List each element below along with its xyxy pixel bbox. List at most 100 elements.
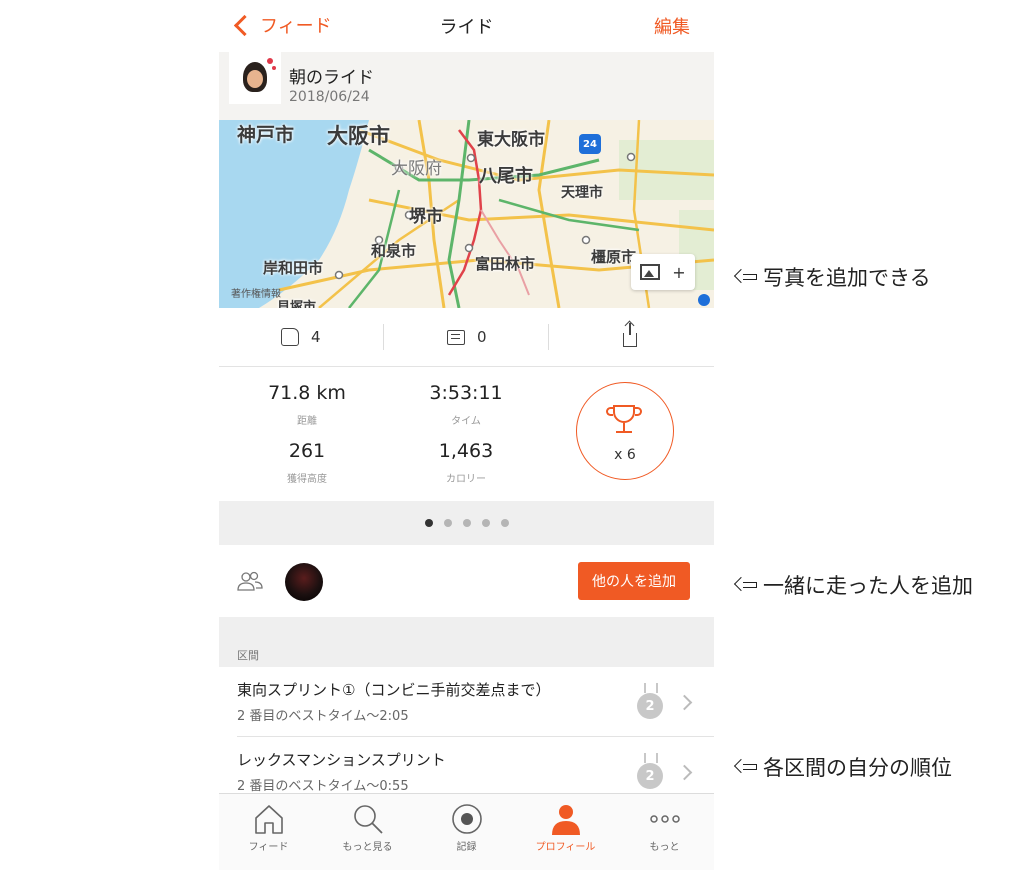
activity-header: 朝のライド 2018/06/24 bbox=[219, 52, 714, 120]
arrow-left-icon bbox=[735, 760, 757, 774]
avatar-face bbox=[247, 70, 263, 88]
trophy-icon bbox=[635, 407, 642, 416]
record-icon bbox=[452, 804, 482, 834]
map-copyright-link[interactable]: 著作権情報 bbox=[231, 285, 281, 300]
tab-record[interactable]: 記録 bbox=[417, 794, 516, 864]
segments-section-header: 区間 bbox=[219, 617, 714, 667]
activity-date: 2018/06/24 bbox=[289, 89, 370, 105]
trophy-icon bbox=[616, 431, 632, 433]
page-indicator[interactable] bbox=[219, 501, 714, 545]
avatar[interactable] bbox=[229, 52, 281, 104]
silver-medal-icon: 2 bbox=[637, 753, 665, 791]
kudos-button[interactable]: 4 bbox=[281, 308, 321, 366]
medal-rank: 2 bbox=[637, 763, 663, 789]
route-map[interactable]: 神戸市 大阪市 東大阪市 24 大阪府 八尾市 天理市 堺市 和泉市 富田林市 … bbox=[219, 120, 714, 308]
arrow-left-icon bbox=[735, 578, 757, 592]
stat-time: 3:53:11 タイム bbox=[391, 382, 541, 427]
map-label-higashiosaka: 東大阪市 bbox=[477, 130, 545, 150]
tab-more[interactable]: もっと bbox=[615, 794, 714, 864]
annotation-text: 写真を追加できる bbox=[763, 266, 931, 290]
stat-value: 71.8 km bbox=[268, 382, 346, 404]
chevron-right-icon bbox=[676, 764, 693, 781]
tab-label: もっと bbox=[649, 842, 680, 853]
map-label-kaizuka: 貝塚市 bbox=[277, 300, 317, 308]
page-dot[interactable] bbox=[462, 519, 471, 527]
annotation-segments: 各区間の自分の順位 bbox=[735, 752, 952, 782]
trophy-icon bbox=[623, 423, 625, 431]
divider bbox=[383, 324, 384, 350]
more-icon bbox=[650, 815, 680, 823]
medal-rank: 2 bbox=[637, 693, 663, 719]
group-activity-row: 他の人を追加 bbox=[219, 545, 714, 618]
tab-feed[interactable]: フィード bbox=[219, 794, 318, 864]
share-button[interactable] bbox=[623, 308, 637, 366]
map-label-izumi: 和泉市 bbox=[371, 242, 417, 260]
thumbs-up-icon bbox=[281, 328, 299, 346]
map-label-kashihara: 橿原市 bbox=[591, 248, 637, 266]
stat-label: タイム bbox=[451, 416, 481, 427]
comment-icon bbox=[447, 329, 465, 345]
edit-button[interactable]: 編集 bbox=[654, 13, 690, 39]
page-dot[interactable] bbox=[424, 519, 433, 527]
navigation-bar: フィード ライド 編集 bbox=[219, 0, 714, 52]
segment-title: レックスマンションスプリント bbox=[237, 751, 446, 769]
search-icon bbox=[354, 805, 383, 834]
page-title: ライド bbox=[439, 17, 494, 38]
annotation-companions: 一緒に走った人を追加 bbox=[735, 570, 973, 600]
home-icon bbox=[255, 805, 283, 834]
phone-screen: フィード ライド 編集 朝のライド 2018/06/24 神戸市 大阪市 東大阪… bbox=[219, 0, 714, 870]
plus-icon: + bbox=[672, 262, 686, 282]
page-dot[interactable] bbox=[443, 519, 452, 527]
people-icon bbox=[237, 571, 263, 591]
map-label-tondabayashi: 富田林市 bbox=[475, 255, 536, 273]
comment-count: 0 bbox=[477, 328, 487, 346]
segments-header-label: 区間 bbox=[237, 649, 259, 662]
segment-title: 東向スプリント①（コンビニ手前交差点まで） bbox=[237, 681, 551, 699]
profile-icon bbox=[552, 805, 580, 835]
divider bbox=[548, 324, 549, 350]
tab-explore[interactable]: もっと見る bbox=[318, 794, 417, 864]
map-label-osaka-city: 大阪市 bbox=[327, 124, 390, 148]
comment-button[interactable]: 0 bbox=[447, 308, 487, 366]
stat-label: カロリー bbox=[446, 474, 486, 485]
stat-label: 獲得高度 bbox=[287, 474, 327, 485]
stat-label: 距離 bbox=[297, 416, 317, 427]
map-label-sakai: 堺市 bbox=[409, 207, 443, 227]
page-dot[interactable] bbox=[500, 519, 509, 527]
share-icon bbox=[623, 323, 637, 347]
arrow-left-icon bbox=[735, 270, 757, 284]
heart-icon bbox=[267, 58, 273, 64]
map-label-osaka-pref: 大阪府 bbox=[391, 159, 442, 179]
add-others-button[interactable]: 他の人を追加 bbox=[578, 562, 690, 600]
action-bar: 4 0 bbox=[219, 308, 714, 367]
tab-label: 記録 bbox=[456, 842, 477, 853]
annotation-text: 一緒に走った人を追加 bbox=[763, 574, 973, 598]
segment-subtitle: 2 番目のベストタイム〜2:05 bbox=[237, 709, 409, 724]
segment-row[interactable]: 東向スプリント①（コンビニ手前交差点まで） 2 番目のベストタイム〜2:05 2 bbox=[219, 667, 714, 737]
image-icon bbox=[640, 264, 661, 280]
tab-label: フィード bbox=[248, 842, 289, 853]
activity-title: 朝のライド bbox=[289, 68, 374, 88]
heart-icon bbox=[272, 66, 276, 70]
map-label-kobe: 神戸市 bbox=[237, 124, 295, 146]
page-dot[interactable] bbox=[481, 519, 490, 527]
companion-avatar[interactable] bbox=[285, 563, 323, 601]
trophy-icon bbox=[613, 405, 635, 423]
activity-stats[interactable]: 71.8 km 距離 3:53:11 タイム 261 獲得高度 1,463 カロ… bbox=[219, 366, 714, 501]
tab-label: プロフィール bbox=[535, 842, 596, 853]
route-shield: 24 bbox=[579, 134, 601, 154]
achievement-count: x 6 bbox=[614, 447, 636, 463]
trophy-icon bbox=[606, 407, 613, 416]
add-photo-button[interactable]: + bbox=[631, 254, 695, 290]
stat-distance: 71.8 km 距離 bbox=[232, 382, 382, 427]
medal-ribbon bbox=[644, 753, 658, 763]
kudos-count: 4 bbox=[311, 328, 321, 346]
annotation-photo: 写真を追加できる bbox=[735, 262, 931, 292]
map-label-kishiwada: 岸和田市 bbox=[263, 259, 324, 277]
stat-value: 3:53:11 bbox=[429, 382, 503, 404]
tab-label: もっと見る bbox=[342, 842, 393, 853]
segment-subtitle: 2 番目のベストタイム〜0:55 bbox=[237, 779, 409, 794]
tab-profile[interactable]: プロフィール bbox=[516, 794, 615, 864]
achievements-badge[interactable]: x 6 bbox=[576, 382, 674, 480]
map-label-yao: 八尾市 bbox=[479, 166, 533, 187]
